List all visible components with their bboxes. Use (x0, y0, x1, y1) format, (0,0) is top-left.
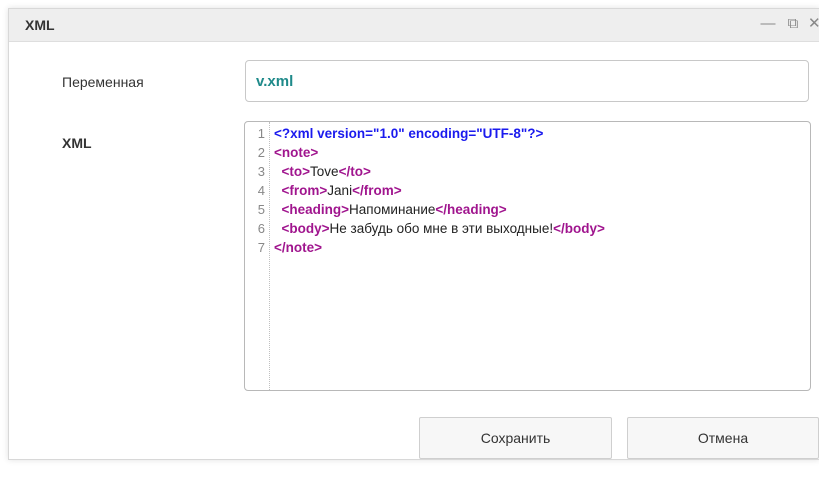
save-button[interactable]: Сохранить (419, 417, 612, 459)
code-text: </note> (274, 238, 322, 257)
xml-declaration: <?xml version="1.0" encoding="UTF-8"?> (274, 126, 544, 141)
line-number: 7 (257, 240, 265, 255)
line-number: 6 (257, 221, 265, 236)
xml-tag: <to> (281, 164, 311, 179)
dialog-title: XML (25, 17, 55, 33)
line-number: 5 (257, 202, 265, 217)
xml-text: Tove (310, 164, 339, 179)
xml-text (274, 202, 282, 217)
xml-tag: <note> (274, 145, 319, 160)
title-bar[interactable]: XML — ⧉ ✕ (9, 9, 819, 42)
xml-text: Jani (327, 183, 353, 198)
code-text: <body>Не забудь обо мне в эти выходные!<… (274, 219, 605, 238)
xml-text: Не забудь обо мне в эти выходные! (329, 221, 554, 236)
xml-tag: <from> (281, 183, 328, 198)
line-number: 1 (257, 126, 265, 141)
code-text: <from>Jani</from> (274, 181, 402, 200)
line-number: 3 (257, 164, 265, 179)
restore-icon[interactable]: ⧉ (783, 14, 803, 34)
variable-label: Переменная (62, 74, 144, 90)
xml-tag: <heading> (281, 202, 350, 217)
xml-text: Напоминание (349, 202, 436, 217)
xml-text (274, 183, 282, 198)
xml-editor[interactable]: 1 <?xml version="1.0" encoding="UTF-8"?> 2… (244, 121, 811, 391)
line-number: 4 (257, 183, 265, 198)
code-text: <to>Tove</to> (274, 162, 371, 181)
xml-label: XML (62, 135, 92, 151)
xml-tag: </heading> (435, 202, 507, 217)
xml-tag: <body> (281, 221, 330, 236)
code-text: <heading>Напоминание</heading> (274, 200, 507, 219)
xml-tag: </note> (274, 240, 323, 255)
xml-dialog: XML — ⧉ ✕ Переменная XML 1 <?xml version=… (8, 8, 819, 460)
variable-input[interactable] (245, 60, 809, 102)
xml-tag: </to> (338, 164, 371, 179)
minimize-icon[interactable]: — (758, 14, 778, 34)
xml-tag: </from> (352, 183, 402, 198)
code-text: <note> (274, 143, 318, 162)
xml-text (274, 164, 282, 179)
cancel-button[interactable]: Отмена (627, 417, 819, 459)
code-text: <?xml version="1.0" encoding="UTF-8"?> (274, 124, 543, 143)
close-icon[interactable]: ✕ (808, 14, 819, 34)
xml-tag: </body> (553, 221, 605, 236)
xml-text (274, 221, 282, 236)
line-number: 2 (257, 145, 265, 160)
